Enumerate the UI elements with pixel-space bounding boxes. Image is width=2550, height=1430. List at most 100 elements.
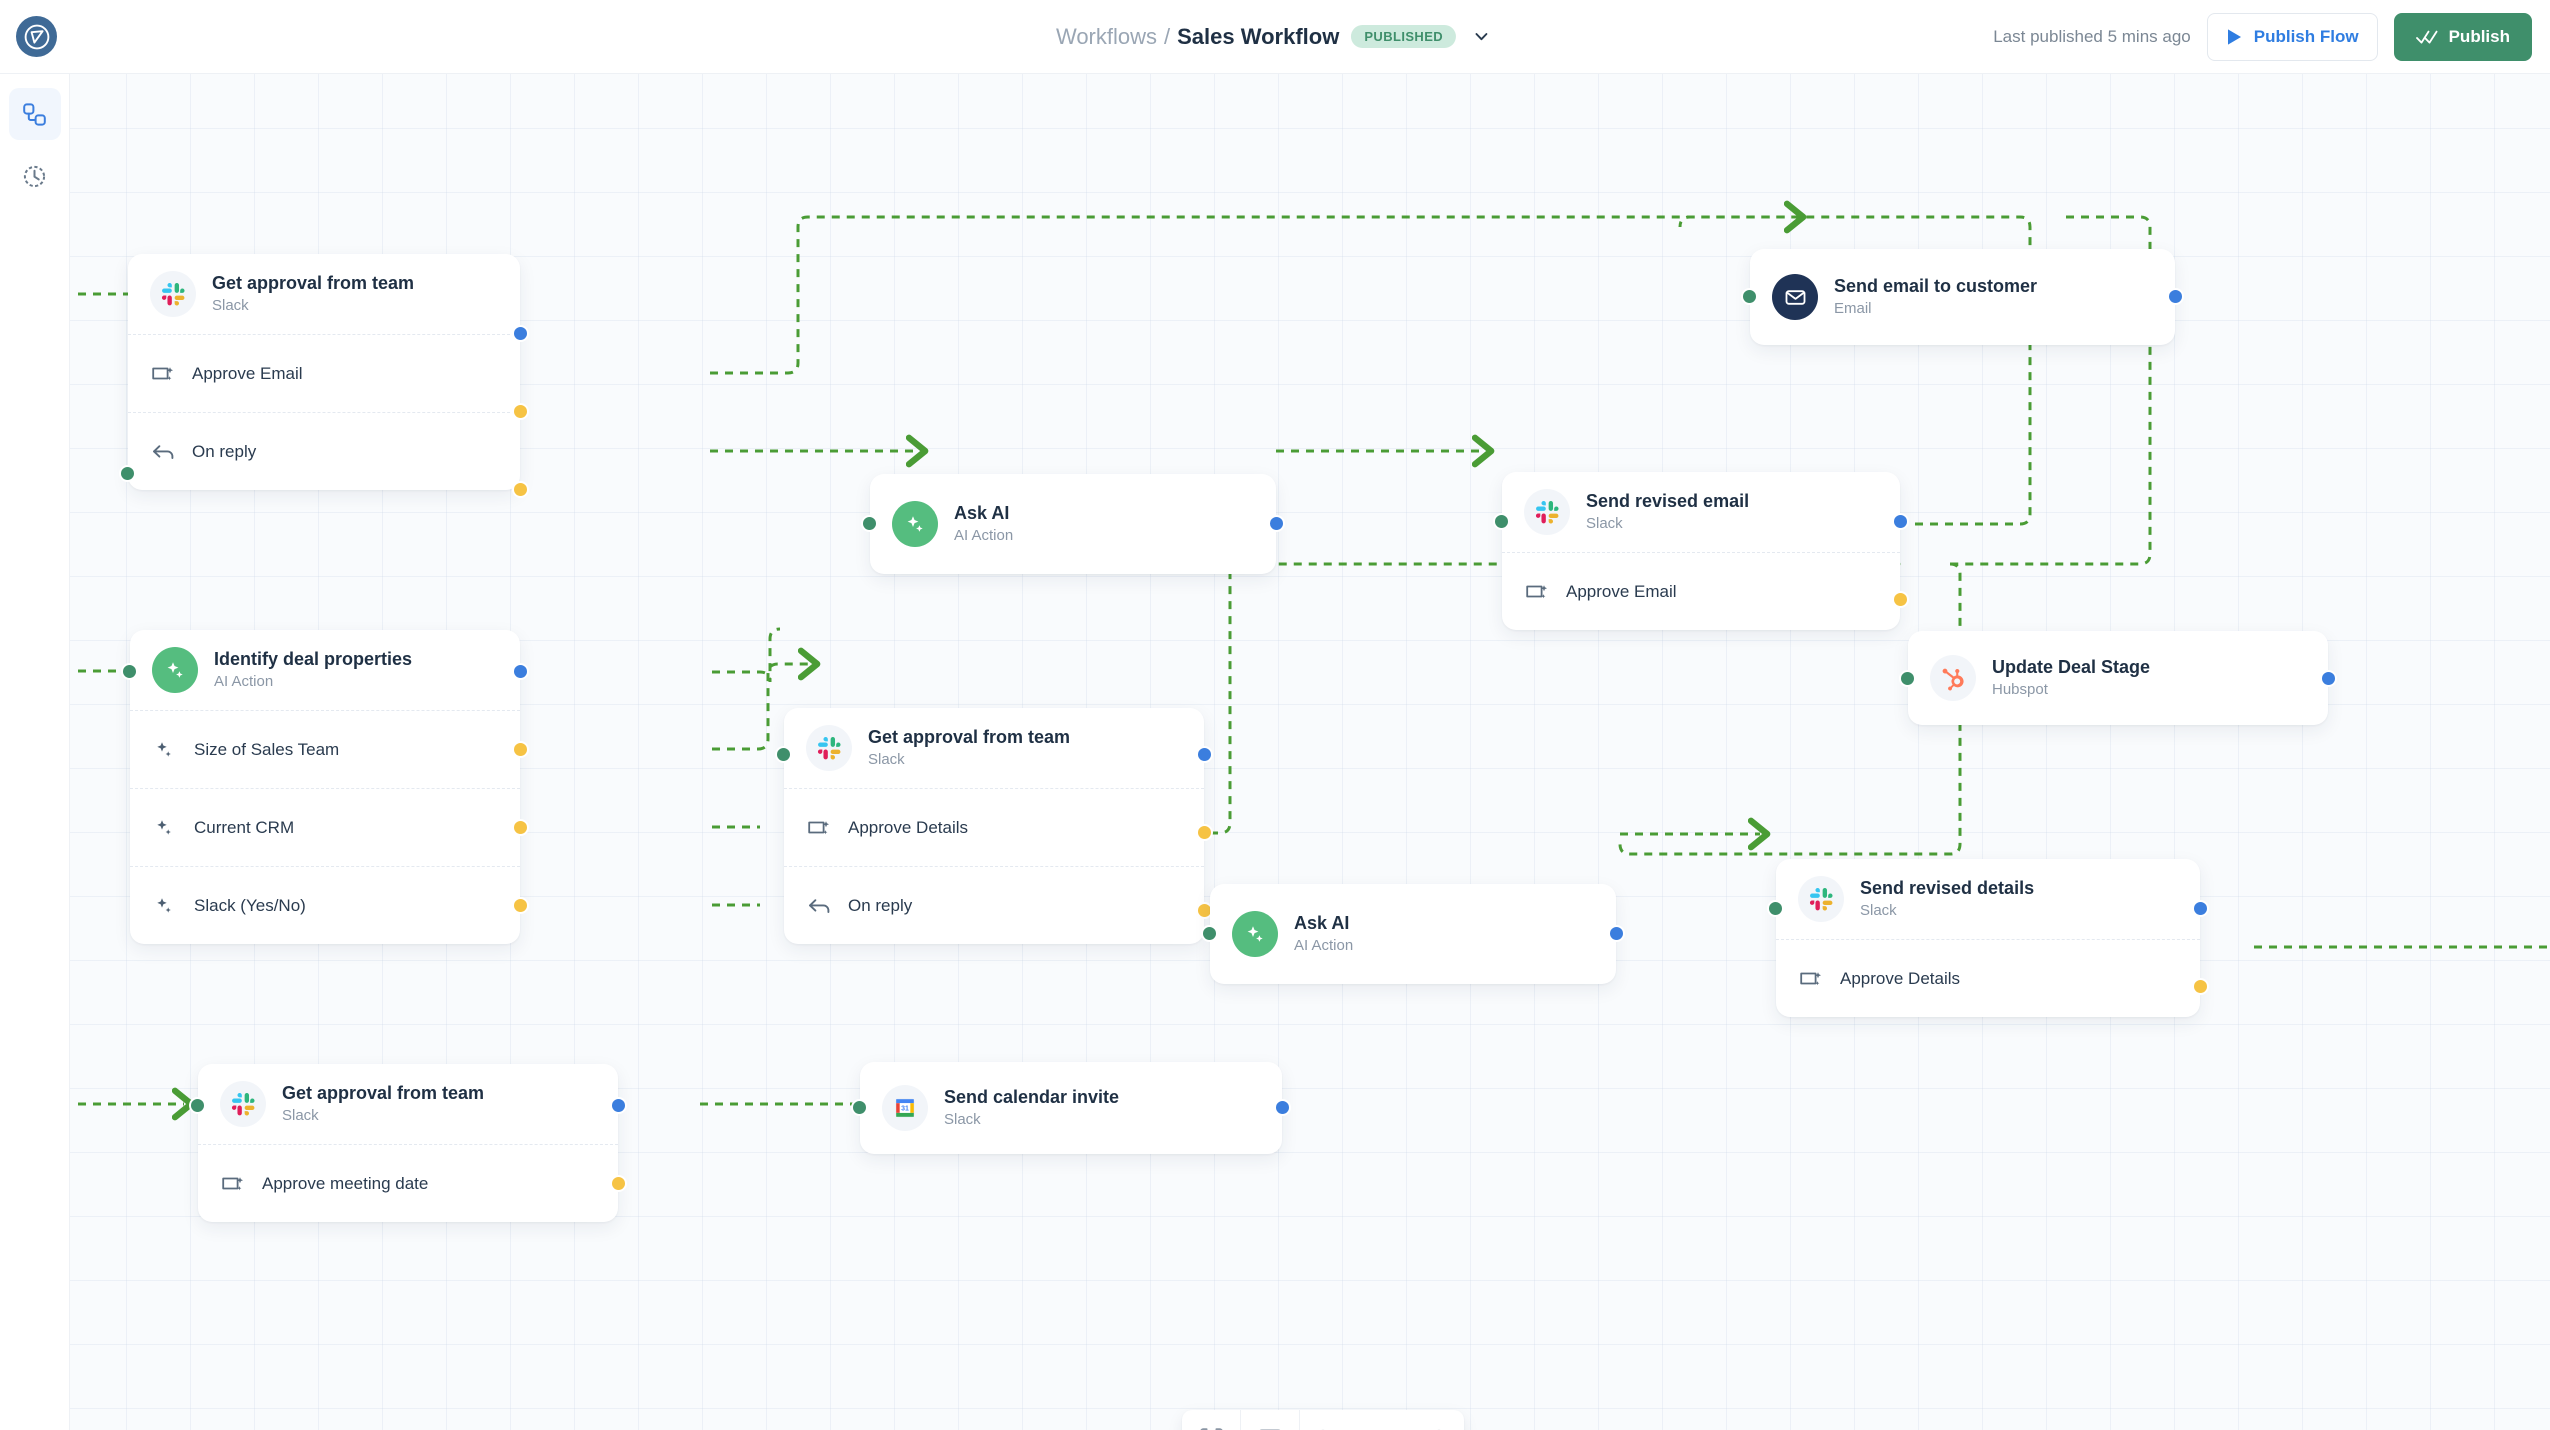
node-header: Send revised details Slack bbox=[1776, 859, 2200, 939]
node-row[interactable]: Size of Sales Team bbox=[130, 710, 520, 788]
approval-input-icon bbox=[220, 1174, 246, 1193]
node-send-email-to-customer[interactable]: Send email to customer Email bbox=[1741, 249, 2184, 345]
node-row-label: Size of Sales Team bbox=[194, 739, 340, 759]
node-subtitle: AI Action bbox=[214, 672, 274, 690]
row-condition-handle[interactable] bbox=[512, 897, 529, 914]
node-output-handle[interactable] bbox=[610, 1097, 627, 1114]
sidebar-item-run-history[interactable] bbox=[9, 150, 61, 202]
node-get-approval-from-team-1[interactable]: Get approval from team Slack Approve Ema… bbox=[119, 254, 529, 498]
node-row[interactable]: On reply bbox=[784, 866, 1204, 944]
node-header-texts: Send email to customer Email bbox=[1834, 275, 2037, 318]
node-identify-deal-properties[interactable]: Identify deal properties AI Action Size … bbox=[121, 630, 529, 944]
sidebar-item-workflow-builder[interactable] bbox=[8, 88, 61, 140]
workflow-canvas[interactable]: Get approval from team Slack Approve Ema… bbox=[70, 74, 2550, 1430]
node-row[interactable]: Current CRM bbox=[130, 788, 520, 866]
node-input-handle[interactable] bbox=[861, 515, 878, 532]
row-condition-handle[interactable] bbox=[1196, 824, 1213, 841]
node-input-handle[interactable] bbox=[121, 663, 138, 680]
node-input-handle[interactable] bbox=[189, 1097, 206, 1114]
node-output-handle[interactable] bbox=[1274, 1099, 1291, 1116]
node-update-deal-stage[interactable]: Update Deal Stage Hubspot bbox=[1899, 631, 2337, 725]
node-header: Send email to customer Email bbox=[1750, 249, 2175, 345]
node-ask-ai-1[interactable]: Ask AI AI Action bbox=[861, 474, 1285, 574]
node-header-texts: Ask AI AI Action bbox=[954, 502, 1013, 545]
node-subtitle: AI Action bbox=[1294, 936, 1354, 954]
node-get-approval-from-team-3[interactable]: Get approval from team Slack Approve mee… bbox=[189, 1064, 627, 1222]
node-output-handle[interactable] bbox=[512, 325, 529, 342]
node-title: Get approval from team bbox=[212, 273, 415, 294]
app-logo-icon[interactable] bbox=[16, 16, 57, 57]
node-input-handle[interactable] bbox=[1899, 670, 1916, 687]
node-row[interactable]: Approve meeting date bbox=[198, 1144, 618, 1222]
node-input-handle[interactable] bbox=[1201, 925, 1218, 942]
zoom-out-button[interactable] bbox=[1300, 1410, 1348, 1430]
node-send-calendar-invite[interactable]: 31 Send calendar invite Slack bbox=[851, 1062, 1291, 1154]
node-output-handle[interactable] bbox=[1608, 925, 1625, 942]
node-ask-ai-2[interactable]: Ask AI AI Action bbox=[1201, 884, 1625, 984]
node-input-handle[interactable] bbox=[1493, 513, 1510, 530]
node-send-revised-email[interactable]: Send revised email Slack Approve Email bbox=[1493, 472, 1909, 630]
fit-to-selection-button[interactable] bbox=[1182, 1410, 1240, 1430]
publish-button[interactable]: Publish bbox=[2393, 13, 2532, 61]
row-condition-handle[interactable] bbox=[512, 403, 529, 420]
row-condition-handle[interactable] bbox=[2192, 978, 2209, 995]
zoom-in-button[interactable] bbox=[1416, 1410, 1464, 1430]
node-input-handle[interactable] bbox=[851, 1099, 868, 1116]
fit-to-screen-button[interactable] bbox=[1241, 1410, 1299, 1430]
node-row[interactable]: Approve Email bbox=[1502, 552, 1900, 630]
row-condition-handle[interactable] bbox=[512, 819, 529, 836]
top-bar: Workflows / Sales Workflow PUBLISHED Las… bbox=[0, 0, 2550, 74]
node-output-handle[interactable] bbox=[2167, 288, 2184, 305]
play-icon bbox=[2226, 28, 2243, 46]
node-title: Send revised details bbox=[1860, 878, 2035, 899]
node-header: Get approval from team Slack bbox=[198, 1064, 618, 1144]
node-header-texts: Ask AI AI Action bbox=[1294, 912, 1353, 955]
node-subtitle: Slack bbox=[944, 1110, 981, 1128]
node-row[interactable]: Slack (Yes/No) bbox=[130, 866, 520, 944]
node-output-handle[interactable] bbox=[1196, 746, 1213, 763]
node-output-handle[interactable] bbox=[2192, 900, 2209, 917]
status-badge: PUBLISHED bbox=[1351, 25, 1457, 48]
node-row[interactable]: Approve Email bbox=[128, 334, 520, 412]
approval-input-icon bbox=[150, 364, 176, 383]
node-header-texts: Send revised email Slack bbox=[1586, 490, 1749, 533]
breadcrumb-parent[interactable]: Workflows bbox=[1056, 24, 1157, 50]
row-condition-handle[interactable] bbox=[1892, 591, 1909, 608]
node-output-handle[interactable] bbox=[1268, 515, 1285, 532]
node-subtitle: Slack bbox=[1586, 514, 1623, 532]
node-output-handle[interactable] bbox=[512, 663, 529, 680]
publish-flow-button[interactable]: Publish Flow bbox=[2206, 13, 2378, 61]
workflow-nodes-icon bbox=[21, 101, 48, 128]
node-input-handle[interactable] bbox=[775, 746, 792, 763]
node-input-handle[interactable] bbox=[1767, 900, 1784, 917]
breadcrumb-separator: / bbox=[1164, 23, 1171, 49]
node-row-label: Approve Details bbox=[1840, 968, 1961, 988]
node-input-handle[interactable] bbox=[119, 465, 136, 482]
node-header-texts: Update Deal Stage Hubspot bbox=[1992, 656, 2150, 699]
node-input-handle[interactable] bbox=[1741, 288, 1758, 305]
ai-sparkle-icon bbox=[892, 501, 938, 547]
chevron-down-icon[interactable] bbox=[1468, 24, 1494, 50]
row-condition-handle[interactable] bbox=[610, 1175, 627, 1192]
node-output-handle[interactable] bbox=[2320, 670, 2337, 687]
node-row[interactable]: On reply bbox=[128, 412, 520, 490]
row-condition-handle[interactable] bbox=[512, 741, 529, 758]
slack-icon bbox=[1524, 489, 1570, 535]
history-clock-icon bbox=[21, 163, 48, 190]
node-get-approval-from-team-2[interactable]: Get approval from team Slack Approve Det… bbox=[775, 708, 1213, 944]
publish-flow-label: Publish Flow bbox=[2253, 27, 2359, 46]
node-subtitle: Slack bbox=[868, 750, 905, 768]
slack-icon bbox=[220, 1081, 266, 1127]
node-title: Ask AI bbox=[1294, 913, 1350, 934]
node-row[interactable]: Approve Details bbox=[784, 788, 1204, 866]
reply-arrow-icon bbox=[150, 442, 176, 461]
last-published-text: Last published 5 mins ago bbox=[1993, 27, 2191, 46]
node-send-revised-details[interactable]: Send revised details Slack Approve Detai… bbox=[1767, 859, 2209, 1017]
sparkle-icon bbox=[152, 818, 178, 838]
node-output-handle[interactable] bbox=[1892, 513, 1909, 530]
double-check-icon bbox=[2415, 29, 2438, 45]
slack-icon bbox=[150, 271, 196, 317]
slack-icon bbox=[806, 725, 852, 771]
row-condition-handle[interactable] bbox=[512, 481, 529, 498]
node-row[interactable]: Approve Details bbox=[1776, 939, 2200, 1017]
